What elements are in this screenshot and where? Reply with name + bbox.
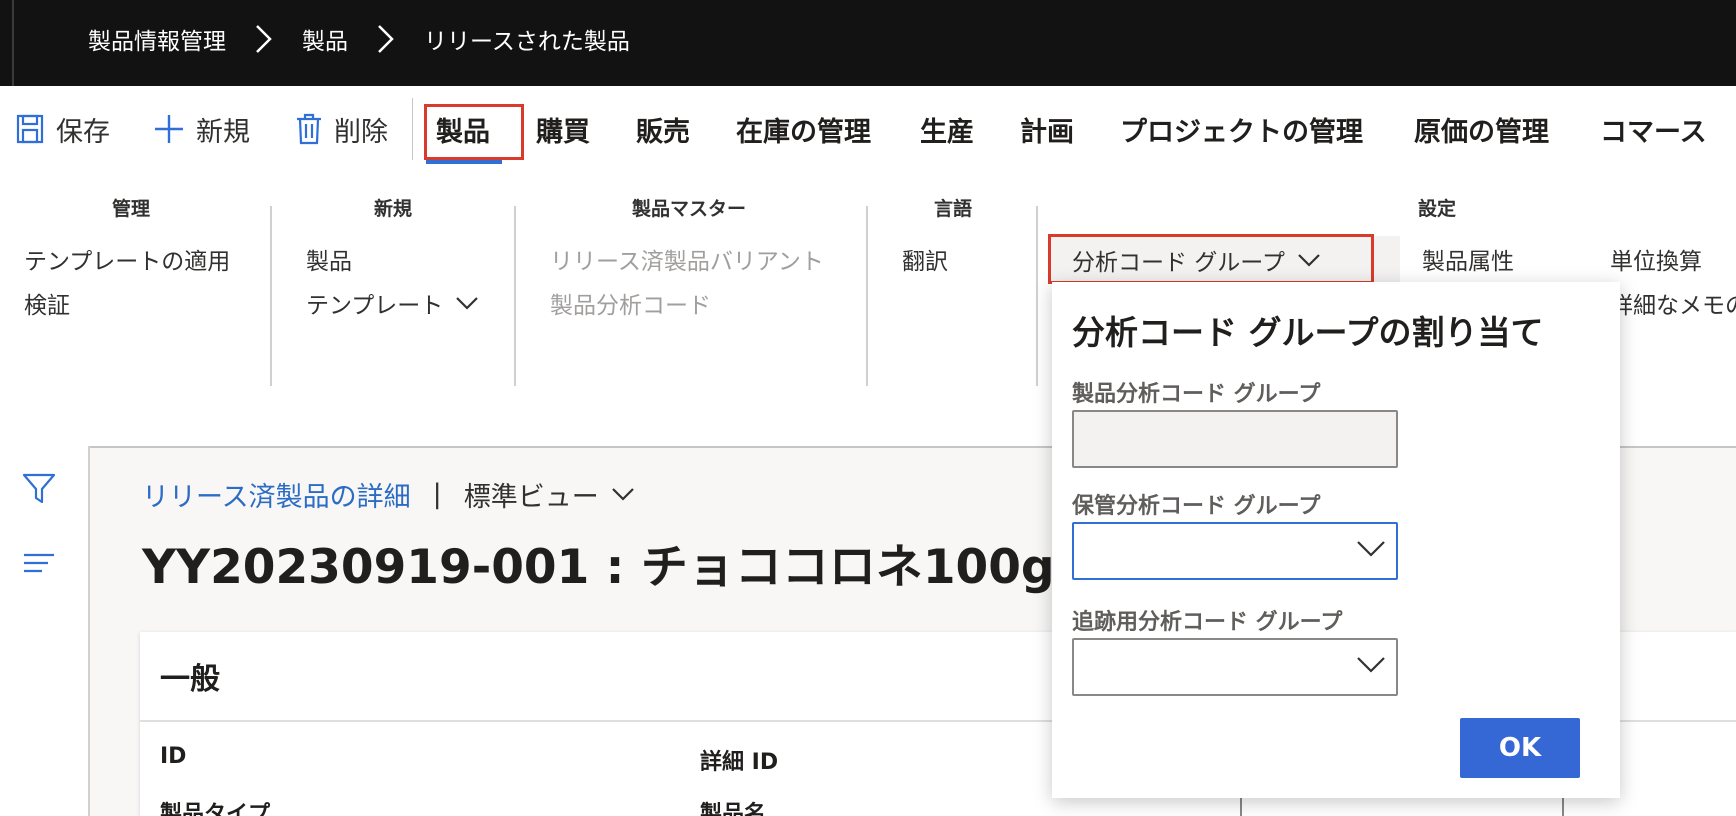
tracking-dimension-group-select[interactable] (1072, 638, 1398, 696)
validate-button[interactable]: 検証 (24, 286, 70, 320)
breadcrumb-item-products[interactable]: 製品 (302, 22, 348, 56)
group-header-manage: 管理 (112, 198, 151, 220)
group-divider (1036, 206, 1038, 386)
field-label-product-type: 製品タイプ (160, 802, 271, 816)
group-divider (866, 206, 868, 386)
unit-conversions-button[interactable]: 単位換算 (1610, 242, 1702, 276)
released-variants-button[interactable]: リリース済製品バリアント (550, 242, 824, 276)
fasttab-header-general[interactable]: 一般 (160, 654, 220, 698)
translation-button[interactable]: 翻訳 (902, 242, 948, 276)
new-product-button[interactable]: 製品 (306, 242, 352, 276)
chevron-down-icon (1357, 657, 1385, 673)
storage-dimension-group-label: 保管分析コード グループ (1072, 494, 1321, 519)
breadcrumb-item-pim[interactable]: 製品情報管理 (88, 22, 226, 56)
group-header-product-master: 製品マスター (632, 198, 747, 220)
product-dimension-group-field[interactable] (1072, 410, 1398, 468)
filter-icon[interactable] (22, 472, 56, 504)
field-label-detail-id: 詳細 ID (700, 750, 779, 775)
tab-production[interactable]: 生産 (920, 100, 974, 158)
chevron-right-icon (242, 19, 286, 59)
action-pane-divider (412, 98, 413, 160)
group-header-settings: 設定 (1418, 198, 1457, 220)
delete-label: 削除 (334, 116, 388, 148)
save-label: 保存 (56, 116, 110, 148)
product-dimensions-button[interactable]: 製品分析コード (550, 286, 711, 320)
tab-commerce[interactable]: コマース (1600, 100, 1707, 158)
template-dropdown-button[interactable]: テンプレート (306, 286, 479, 320)
breadcrumb-item-released-products[interactable]: リリースされた製品 (424, 22, 630, 56)
chevron-down-icon (611, 488, 634, 501)
apply-template-button[interactable]: テンプレートの適用 (24, 242, 230, 276)
save-button[interactable]: 保存 (16, 100, 110, 158)
left-rail (0, 446, 90, 816)
top-bar-edge (12, 0, 14, 86)
view-selector-line: リリース済製品の詳細 | 標準ビュー (142, 474, 635, 514)
view-separator: | (432, 478, 442, 510)
view-dropdown[interactable]: 標準ビュー (464, 475, 635, 514)
plus-icon (155, 115, 183, 143)
field-label-id: ID (160, 744, 187, 769)
group-header-new: 新規 (374, 198, 413, 220)
highlight-box-product-tab (424, 104, 524, 160)
chevron-down-icon (1357, 541, 1385, 557)
tab-purchase[interactable]: 購買 (536, 100, 590, 158)
chevron-right-icon (364, 19, 408, 59)
list-icon[interactable] (22, 552, 56, 574)
details-view-link[interactable]: リリース済製品の詳細 (142, 475, 411, 514)
extended-notes-button[interactable]: 詳細なメモの (1610, 286, 1736, 320)
chevron-down-icon (456, 297, 479, 310)
group-divider (514, 206, 516, 386)
breadcrumb: 製品情報管理 製品 リリースされた製品 (88, 0, 630, 78)
ok-button[interactable]: OK (1460, 718, 1580, 778)
top-nav-bar: 製品情報管理 製品 リリースされた製品 (0, 0, 1736, 86)
group-divider (270, 206, 272, 386)
new-button[interactable]: 新規 (154, 100, 250, 158)
storage-dimension-group-select[interactable] (1072, 522, 1398, 580)
field-label-product-name: 製品名 (700, 802, 767, 816)
tab-project[interactable]: プロジェクトの管理 (1120, 100, 1363, 158)
tab-cost[interactable]: 原価の管理 (1414, 100, 1549, 158)
page-title: YY20230919-001 : チョココロネ100g (142, 540, 1055, 595)
new-label: 新規 (196, 116, 250, 148)
dimension-groups-flyout: 分析コード グループの割り当て 製品分析コード グループ 保管分析コード グルー… (1052, 282, 1620, 798)
delete-button[interactable]: 削除 (296, 100, 388, 158)
tracking-dimension-group-label: 追跡用分析コード グループ (1072, 610, 1343, 635)
view-name: 標準ビュー (463, 481, 599, 513)
product-dimension-group-label: 製品分析コード グループ (1072, 382, 1321, 407)
group-header-language: 言語 (934, 198, 973, 220)
trash-icon (297, 113, 321, 145)
tab-sell[interactable]: 販売 (636, 100, 690, 158)
tab-plan[interactable]: 計画 (1020, 100, 1074, 158)
product-attributes-button[interactable]: 製品属性 (1422, 242, 1514, 276)
save-icon (16, 114, 44, 144)
template-label: テンプレート (306, 293, 444, 319)
highlight-box-dimension-groups (1048, 234, 1374, 284)
flyout-title: 分析コード グループの割り当て (1072, 313, 1544, 352)
tab-inventory[interactable]: 在庫の管理 (736, 100, 871, 158)
